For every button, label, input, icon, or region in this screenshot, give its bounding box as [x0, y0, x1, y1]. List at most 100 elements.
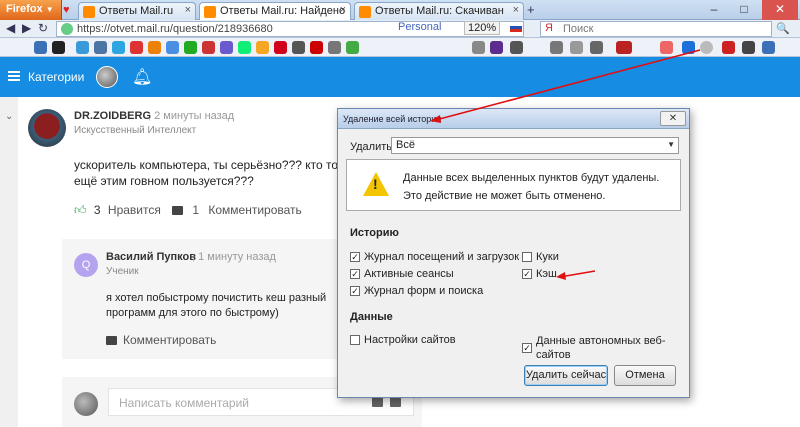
addon-icon[interactable] — [590, 41, 603, 54]
bookmark-icon[interactable] — [148, 41, 161, 54]
bookmark-icon[interactable] — [346, 41, 359, 54]
addon-icon[interactable] — [472, 41, 485, 54]
close-icon[interactable]: × — [513, 4, 519, 16]
addon-icon[interactable] — [762, 41, 775, 54]
search-icon[interactable]: 🔍 — [776, 22, 790, 35]
tab-1[interactable]: Ответы Mail.ru × — [78, 2, 196, 20]
addon-icon[interactable] — [660, 41, 673, 54]
addon-icon[interactable] — [550, 41, 563, 54]
data-section-heading: Данные — [350, 311, 393, 323]
window-close-button[interactable]: ✕ — [762, 0, 798, 20]
dialog-titlebar: Удаление всей истории ✕ — [338, 109, 689, 129]
bookmark-icon[interactable] — [166, 41, 179, 54]
comment-button[interactable]: 1 Комментировать — [172, 203, 302, 217]
checkbox-cache-label: Кэш — [536, 268, 557, 280]
url-bar[interactable]: https://otvet.mail.ru/question/218936680 — [56, 21, 524, 37]
minimize-button[interactable]: – — [700, 0, 728, 20]
tab-3[interactable]: Ответы Mail.ru: Скачиван × — [354, 2, 524, 20]
site-identity-icon[interactable] — [61, 23, 73, 35]
bookmark-icon[interactable] — [76, 41, 89, 54]
bookmark-icon[interactable] — [220, 41, 233, 54]
back-icon[interactable]: ◀ — [6, 21, 15, 35]
close-icon[interactable]: × — [340, 4, 346, 16]
checkbox-offline-data[interactable]: ✓ Данные автономных веб- сайтов — [522, 334, 666, 362]
bookmark-icon[interactable] — [184, 41, 197, 54]
answer-time: , 2 минуты назад — [148, 110, 235, 122]
language-flag-icon[interactable] — [510, 23, 522, 32]
bookmark-icon[interactable] — [310, 41, 323, 54]
left-gutter: ⌄ — [0, 97, 18, 427]
tab-2[interactable]: Ответы Mail.ru: Найдено × — [199, 2, 351, 20]
checkbox-visits[interactable]: ✓ Журнал посещений и загрузок — [350, 251, 519, 263]
checkbox-site-settings-box[interactable] — [350, 335, 360, 345]
comment-count: 1 — [192, 203, 200, 217]
addon-icon[interactable] — [490, 41, 503, 54]
addon-icon[interactable] — [682, 41, 695, 54]
cancel-button[interactable]: Отмена — [614, 365, 676, 386]
checkbox-forms-box[interactable]: ✓ — [350, 286, 360, 296]
video-icon[interactable] — [390, 397, 401, 407]
bookmark-icon[interactable] — [292, 41, 305, 54]
new-tab-button[interactable]: + — [527, 2, 535, 17]
checkbox-site-settings-label: Настройки сайтов — [364, 334, 456, 346]
clock-history-icon[interactable] — [700, 41, 713, 54]
clear-now-label: Удалить сейчас — [525, 369, 607, 381]
bookmark-icon[interactable] — [328, 41, 341, 54]
checkbox-sessions[interactable]: ✓ Активные сеансы — [350, 268, 454, 280]
delete-range-label: Удалить: — [350, 141, 396, 153]
addon-icon[interactable] — [570, 41, 583, 54]
addon-icon[interactable] — [510, 41, 523, 54]
checkbox-cookies-box[interactable] — [522, 252, 532, 262]
time-range-select[interactable]: Всё ▼ — [391, 137, 679, 154]
bookmark-icon[interactable] — [112, 41, 125, 54]
chevron-down-icon[interactable]: ⌄ — [5, 111, 13, 122]
checkbox-cache-box[interactable]: ✓ — [522, 269, 532, 279]
dialog-close-button[interactable]: ✕ — [660, 111, 686, 126]
bookmark-icon[interactable] — [238, 41, 251, 54]
reload-icon[interactable]: ↻ — [38, 21, 48, 35]
menu-icon[interactable] — [8, 71, 20, 81]
image-icon[interactable] — [372, 397, 383, 407]
bookmark-icon[interactable] — [34, 41, 47, 54]
checkbox-visits-box[interactable]: ✓ — [350, 252, 360, 262]
zoom-level[interactable]: 120% — [464, 21, 501, 35]
checkbox-offline-data-box[interactable]: ✓ — [522, 343, 532, 353]
search-input[interactable]: Я Поиск — [540, 21, 772, 37]
bookmark-icon[interactable] — [202, 41, 215, 54]
bell-icon[interactable]: 🔔︎ — [132, 67, 152, 87]
checkbox-cache[interactable]: ✓ Кэш — [522, 268, 557, 280]
bookmark-icon[interactable] — [52, 41, 65, 54]
user-avatar[interactable] — [96, 66, 118, 88]
checkbox-sessions-box[interactable]: ✓ — [350, 269, 360, 279]
checkbox-forms[interactable]: ✓ Журнал форм и поиска — [350, 285, 483, 297]
bookmark-icon[interactable] — [130, 41, 143, 54]
history-section-heading: Историю — [350, 227, 399, 239]
checkbox-sessions-label: Активные сеансы — [364, 268, 454, 280]
addon-icon[interactable] — [616, 41, 632, 54]
comment-author-name[interactable]: Василий Пупков — [106, 251, 196, 263]
answer-author-avatar[interactable] — [28, 109, 66, 147]
reply-button[interactable]: Комментировать — [106, 333, 216, 347]
maximize-button[interactable]: □ — [730, 0, 758, 20]
close-icon[interactable]: × — [185, 4, 191, 16]
pinned-heart-tab[interactable]: ♥ — [63, 2, 77, 20]
addon-icon[interactable] — [722, 41, 735, 54]
checkbox-site-settings[interactable]: Настройки сайтов — [350, 334, 456, 346]
personal-label[interactable]: Personal — [398, 21, 441, 33]
addon-icon[interactable] — [742, 41, 755, 54]
comment-author-avatar[interactable]: Q — [74, 253, 98, 277]
answer-author-name[interactable]: DR.ZOIDBERG — [74, 110, 151, 122]
mail-ru-favicon-icon — [83, 6, 95, 18]
like-button[interactable]: 👍︎ 3 Нравится — [74, 203, 161, 218]
navigation-bar: ◀ ▶ ↻ https://otvet.mail.ru/question/218… — [0, 20, 800, 38]
bookmark-icon[interactable] — [94, 41, 107, 54]
clear-history-dialog: Удаление всей истории ✕ Удалить: Всё ▼ Д… — [337, 108, 690, 398]
bookmark-icon[interactable] — [274, 41, 287, 54]
forward-icon[interactable]: ▶ — [22, 21, 31, 35]
clear-now-button[interactable]: Удалить сейчас — [524, 365, 608, 386]
bookmark-icon[interactable] — [256, 41, 269, 54]
categories-link[interactable]: Категории — [28, 70, 84, 84]
checkbox-cookies[interactable]: Куки — [522, 251, 559, 263]
tab-label: Ответы Mail.ru — [99, 5, 174, 17]
firefox-menu-button[interactable]: Firefox ▼ — [0, 0, 62, 20]
